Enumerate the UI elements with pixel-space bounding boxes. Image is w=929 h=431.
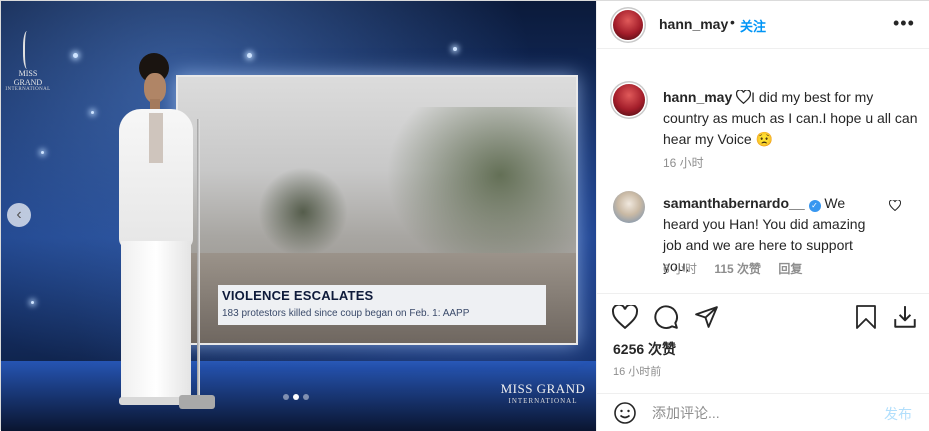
logo-bottom-text: MISS GRAND xyxy=(500,381,586,396)
stage-light xyxy=(41,151,44,154)
caption-text-block: hann_may I did my best for my country as… xyxy=(663,87,918,150)
share-button[interactable] xyxy=(692,304,720,332)
follow-button[interactable]: 关注 xyxy=(740,16,766,35)
carousel-prev-button[interactable]: ‹ xyxy=(7,203,31,227)
share-icon xyxy=(694,306,718,328)
caption-username[interactable]: hann_may xyxy=(663,89,732,105)
stage-light xyxy=(247,53,252,58)
save-button[interactable] xyxy=(852,304,880,332)
likes-count[interactable]: 6256 次赞 xyxy=(613,339,676,359)
carousel-dot xyxy=(303,394,309,400)
add-comment-bar: 发布 xyxy=(597,393,929,431)
bookmark-icon xyxy=(856,305,876,329)
comment-like-button[interactable] xyxy=(888,199,902,214)
post-side-panel: hann_may • 关注 ••• hann_may I did my best… xyxy=(596,1,929,431)
commenter-username[interactable]: samanthabernardo__ xyxy=(663,195,805,211)
microphone-base xyxy=(179,395,215,409)
heart-icon xyxy=(736,90,752,104)
stage-light xyxy=(73,53,78,58)
post-dialog: VIOLENCE ESCALATES 183 protestors killed… xyxy=(0,0,929,431)
caption-time[interactable]: 16 小时 xyxy=(663,154,704,171)
news-banner-subtitle: 183 protestors killed since coup began o… xyxy=(222,308,470,319)
news-banner-title: VIOLENCE ESCALATES xyxy=(222,288,374,303)
logo-bottom-subtext: INTERNATIONAL xyxy=(508,397,578,405)
microphone-stand xyxy=(197,119,200,409)
figure-pants xyxy=(121,241,191,399)
screen-trees xyxy=(386,107,576,277)
author-username[interactable]: hann_may xyxy=(659,16,728,32)
comment-button[interactable] xyxy=(652,304,680,332)
author-avatar[interactable] xyxy=(613,10,643,40)
news-banner: VIOLENCE ESCALATES 183 protestors killed… xyxy=(218,285,546,325)
heart-icon xyxy=(888,199,902,212)
logo-top-subtext: INTERNATIONAL xyxy=(5,87,51,92)
pageant-logo-bottom: MISS GRAND INTERNATIONAL xyxy=(497,381,589,405)
pageant-logo-top: MISS GRAND INTERNATIONAL xyxy=(5,31,51,92)
download-button[interactable] xyxy=(891,304,919,332)
more-options-button[interactable]: ••• xyxy=(893,13,915,34)
comment-reply-button[interactable]: 回复 xyxy=(778,262,802,276)
stage-light xyxy=(31,301,34,304)
crown-logo-icon xyxy=(23,31,33,69)
comment-likes[interactable]: 115 次赞 xyxy=(714,262,761,276)
figure-lace xyxy=(149,113,163,163)
caption-emoji: 😟 xyxy=(755,131,774,147)
stage-screen: VIOLENCE ESCALATES 183 protestors killed… xyxy=(176,75,578,345)
stage-light xyxy=(91,111,94,114)
caption-author-avatar[interactable] xyxy=(613,84,645,116)
heart-icon xyxy=(611,303,639,329)
carousel-indicator xyxy=(283,394,309,400)
screen-trees xyxy=(258,167,348,257)
stage-light xyxy=(453,47,457,51)
logo-top-text: MISS GRAND xyxy=(13,69,43,87)
like-button[interactable] xyxy=(611,303,639,332)
post-media[interactable]: VIOLENCE ESCALATES 183 protestors killed… xyxy=(1,1,596,431)
comment-icon xyxy=(654,305,678,329)
verified-icon: ✓ xyxy=(808,200,821,212)
post-date[interactable]: 16 小时前 xyxy=(613,363,661,379)
emoji-button[interactable] xyxy=(613,401,637,428)
carousel-dot xyxy=(283,394,289,400)
download-icon xyxy=(894,306,916,328)
contestant-figure xyxy=(113,51,199,411)
commenter-avatar[interactable] xyxy=(613,191,645,223)
emoji-icon xyxy=(614,402,636,424)
comment-meta: 6 小时 115 次赞 回复 xyxy=(663,260,816,277)
post-comment-button[interactable]: 发布 xyxy=(884,404,912,424)
carousel-dot-active xyxy=(293,394,299,400)
comment-time[interactable]: 6 小时 xyxy=(663,262,697,276)
follow-separator: • xyxy=(730,14,735,30)
post-header: hann_may • 关注 ••• xyxy=(597,1,929,49)
comment-input[interactable] xyxy=(652,403,872,423)
